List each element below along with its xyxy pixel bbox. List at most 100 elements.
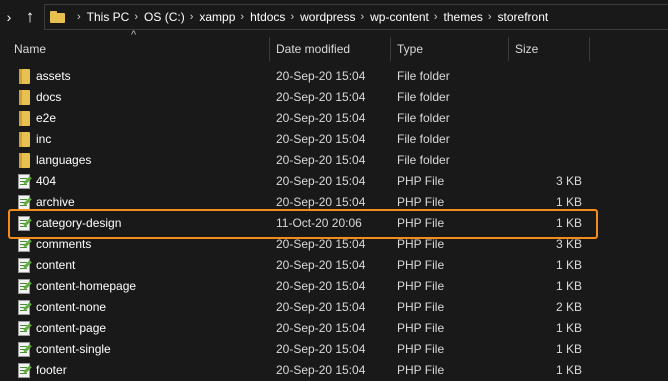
file-size (510, 87, 582, 108)
file-type: PHP File (397, 363, 445, 377)
highlight-box (8, 209, 598, 239)
file-date-modified: 20-Sep-20 15:04 (276, 363, 366, 377)
file-type: File folder (397, 90, 450, 104)
chevron-right-icon[interactable]: › (290, 11, 294, 23)
php-file-icon (18, 321, 32, 336)
php-file-icon (18, 258, 32, 273)
file-date-modified: 20-Sep-20 15:04 (276, 153, 366, 167)
file-date-modified: 20-Sep-20 15:04 (276, 279, 366, 293)
breadcrumb-wp-content[interactable]: wp-content (370, 10, 429, 24)
file-size: 1 KB (555, 363, 582, 377)
breadcrumb-this-pc[interactable]: This PC (87, 10, 130, 24)
file-date-modified: 20-Sep-20 15:04 (276, 174, 366, 188)
file-date-modified: 20-Sep-20 15:04 (276, 111, 366, 125)
file-type: PHP File (397, 279, 445, 293)
column-divider[interactable] (508, 37, 509, 61)
php-file-icon (18, 342, 32, 357)
column-header: ^ Name Date modified Type Size (0, 29, 668, 61)
file-row[interactable]: footer 20-Sep-20 15:04 PHP File 1 KB (0, 360, 668, 381)
breadcrumb-storefront[interactable]: storefront (498, 10, 549, 24)
file-row[interactable]: 404 20-Sep-20 15:04 PHP File 3 KB (0, 171, 668, 192)
file-row[interactable]: content-single 20-Sep-20 15:04 PHP File 1 K… (0, 339, 668, 360)
file-date-modified: 20-Sep-20 15:04 (276, 90, 366, 104)
file-type: File folder (397, 69, 450, 83)
column-divider[interactable] (589, 37, 590, 61)
chevron-right-icon[interactable]: › (77, 11, 81, 23)
file-name: content (36, 258, 76, 272)
file-type: PHP File (397, 342, 445, 356)
breadcrumb-os-c[interactable]: OS (C:) (144, 10, 185, 24)
file-name: footer (36, 363, 67, 377)
folder-icon (19, 153, 30, 168)
back-chevron-icon[interactable]: › (0, 4, 18, 30)
file-row[interactable]: content-page 20-Sep-20 15:04 PHP File 1 KB (0, 318, 668, 339)
column-header-type[interactable]: Type (397, 37, 423, 61)
file-size: 1 KB (555, 279, 582, 293)
file-type: PHP File (397, 321, 445, 335)
chevron-right-icon[interactable]: › (488, 11, 492, 23)
file-type: PHP File (397, 300, 445, 314)
file-row[interactable]: languages 20-Sep-20 15:04 File folder (0, 150, 668, 171)
breadcrumb-wordpress[interactable]: wordpress (300, 10, 355, 24)
chevron-right-icon[interactable]: › (134, 11, 138, 23)
folder-icon (50, 11, 66, 23)
file-row[interactable]: assets 20-Sep-20 15:04 File folder (0, 66, 668, 87)
chevron-right-icon[interactable]: › (240, 11, 244, 23)
file-date-modified: 20-Sep-20 15:04 (276, 300, 366, 314)
file-name: assets (36, 69, 71, 83)
file-name: inc (36, 132, 52, 146)
file-row[interactable]: docs 20-Sep-20 15:04 File folder (0, 87, 668, 108)
file-row[interactable]: content-homepage 20-Sep-20 15:04 PHP File 1… (0, 276, 668, 297)
file-type: File folder (397, 111, 450, 125)
breadcrumb-themes[interactable]: themes (444, 10, 483, 24)
folder-icon (19, 111, 30, 126)
file-type: File folder (397, 132, 450, 146)
file-size: 2 KB (555, 300, 582, 314)
php-file-icon (18, 237, 32, 252)
file-row[interactable]: content 20-Sep-20 15:04 PHP File 1 KB (0, 255, 668, 276)
file-size: 1 KB (555, 342, 582, 356)
php-file-icon (18, 279, 32, 294)
file-type: File folder (397, 153, 450, 167)
file-size (510, 66, 582, 87)
folder-icon (19, 69, 30, 84)
chevron-right-icon[interactable]: › (190, 11, 194, 23)
column-header-name[interactable]: Name (14, 37, 46, 61)
file-size: 1 KB (555, 321, 582, 335)
column-header-size[interactable]: Size (515, 37, 538, 61)
php-file-icon (18, 300, 32, 315)
file-name: content-single (36, 342, 111, 356)
column-divider[interactable] (390, 37, 391, 61)
file-name: 404 (36, 174, 57, 188)
php-file-icon (18, 195, 32, 210)
breadcrumb: › This PC › OS (C:) › xampp › htdocs › w… (44, 4, 548, 30)
breadcrumb-xampp[interactable]: xampp (199, 10, 235, 24)
file-name: docs (36, 90, 62, 104)
file-date-modified: 20-Sep-20 15:04 (276, 132, 366, 146)
file-type: PHP File (397, 258, 445, 272)
php-file-icon (18, 174, 32, 189)
file-row[interactable]: inc 20-Sep-20 15:04 File folder (0, 129, 668, 150)
file-date-modified: 20-Sep-20 15:04 (276, 258, 366, 272)
column-divider[interactable] (269, 37, 270, 61)
file-date-modified: 20-Sep-20 15:04 (276, 342, 366, 356)
file-size (510, 108, 582, 129)
file-date-modified: 20-Sep-20 15:04 (276, 321, 366, 335)
file-row[interactable]: e2e 20-Sep-20 15:04 File folder (0, 108, 668, 129)
file-size: 3 KB (555, 174, 582, 188)
sort-ascending-icon: ^ (131, 29, 137, 41)
breadcrumb-htdocs[interactable]: htdocs (250, 10, 285, 24)
chevron-right-icon[interactable]: › (434, 11, 438, 23)
file-name: languages (36, 153, 92, 167)
file-name: content-page (36, 321, 107, 335)
chevron-right-icon[interactable]: › (360, 11, 364, 23)
up-arrow-icon[interactable]: ↑ (20, 4, 40, 30)
file-type: PHP File (397, 174, 445, 188)
folder-icon (19, 90, 30, 105)
column-header-date-modified[interactable]: Date modified (276, 37, 350, 61)
file-row[interactable]: content-none 20-Sep-20 15:04 PHP File 2 KB (0, 297, 668, 318)
folder-icon (19, 132, 30, 147)
file-size (510, 129, 582, 150)
file-name: content-none (36, 300, 107, 314)
file-name: content-homepage (36, 279, 137, 293)
